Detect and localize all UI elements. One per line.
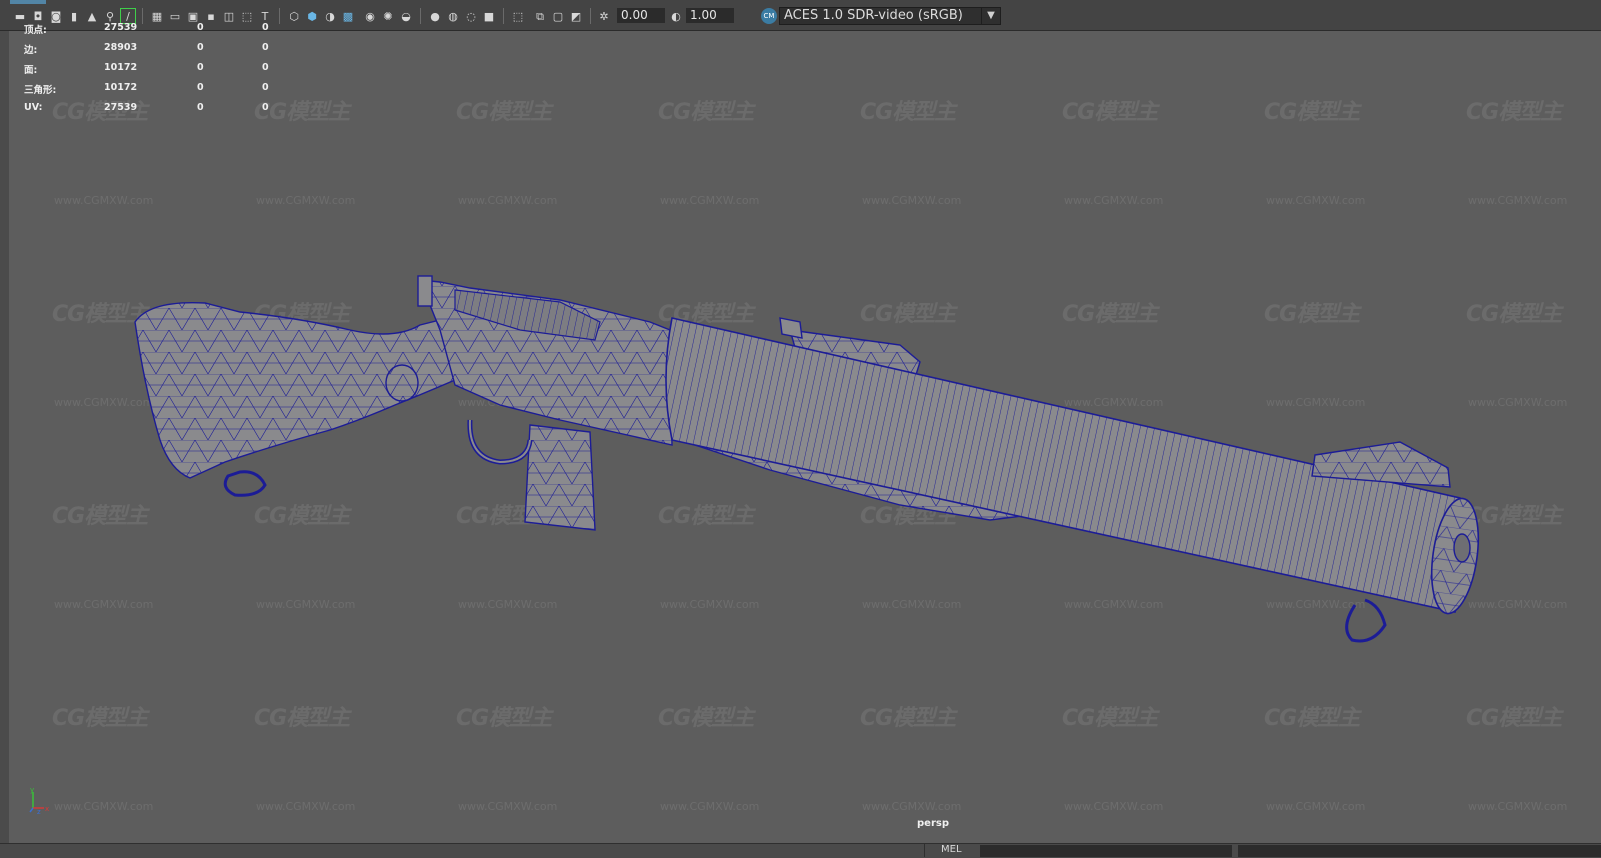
- hud-count: 10172: [104, 82, 138, 93]
- rifle-receiver: [417, 275, 673, 531]
- hud-label: UV:: [24, 102, 43, 113]
- x-axis-label: x: [45, 805, 49, 813]
- rifle-model-wireframe[interactable]: [0, 0, 1601, 857]
- mel-language-label[interactable]: MEL: [941, 844, 962, 855]
- hud-row: 三角形: 10172 0 0: [24, 82, 284, 102]
- axis-gizmo: y x z: [29, 786, 49, 814]
- hud-triangles-selected: 0: [262, 62, 269, 73]
- hud-row: 边: 28903 0 0: [24, 42, 284, 62]
- z-axis-label: z: [37, 808, 41, 814]
- front-sling-swivel: [1345, 598, 1387, 643]
- command-input[interactable]: [980, 845, 1232, 857]
- hud-triangles-selected: 0: [262, 42, 269, 53]
- hud-selected: 0: [197, 42, 204, 53]
- hud-count: 27539: [104, 22, 138, 33]
- hud-label: 面:: [24, 65, 38, 76]
- rifle-stock: [134, 301, 456, 497]
- hud-selected: 0: [197, 22, 204, 33]
- hud-row: 面: 10172 0 0: [24, 62, 284, 82]
- hud-count: 10172: [104, 62, 138, 73]
- hud-label: 顶点:: [24, 25, 47, 36]
- camera-name-label: persp: [917, 818, 949, 829]
- hud-row: UV: 27539 0 0: [24, 102, 284, 122]
- hud-label: 边:: [24, 45, 38, 56]
- hud-selected: 0: [197, 62, 204, 73]
- z-axis-line: [29, 807, 34, 813]
- y-axis-label: y: [30, 786, 34, 794]
- hud-row: 顶点: 27539 0 0: [24, 22, 284, 42]
- hud-selected: 0: [197, 82, 204, 93]
- hud-triangles-selected: 0: [262, 22, 269, 33]
- hud-triangles-selected: 0: [262, 102, 269, 113]
- command-line-divider: [924, 843, 925, 857]
- hud-count: 28903: [104, 42, 138, 53]
- hud-label: 三角形:: [24, 85, 57, 96]
- hud-selected: 0: [197, 102, 204, 113]
- poly-count-hud: 顶点: 27539 0 0 边: 28903 0 0 面: 10172 0 0 三角形: 10172 0 0 U…: [24, 22, 284, 122]
- hud-triangles-selected: 0: [262, 82, 269, 93]
- hud-count: 27539: [104, 102, 138, 113]
- command-result-field: [1238, 845, 1601, 857]
